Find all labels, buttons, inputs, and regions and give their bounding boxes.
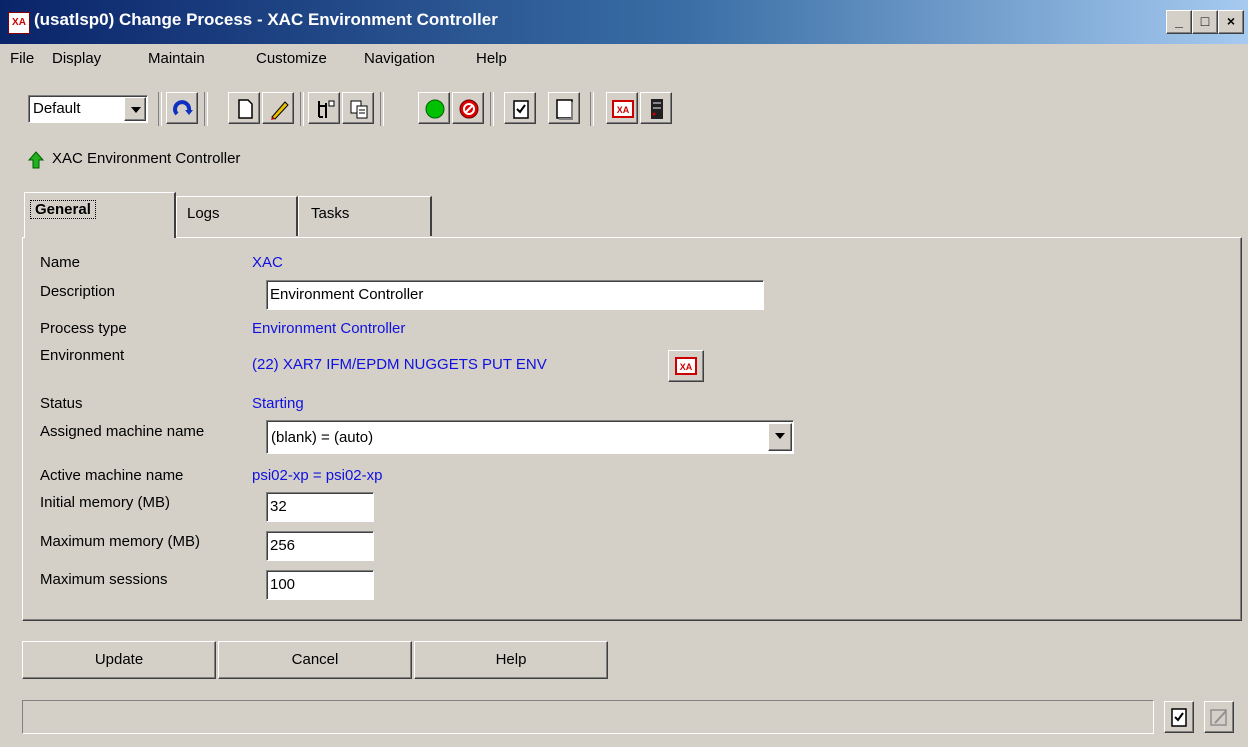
name-value: XAC <box>252 254 283 271</box>
tab-logs[interactable]: Logs <box>176 196 298 236</box>
title-bar: XA (usatlsp0) Change Process - XAC Envir… <box>0 0 1248 44</box>
svg-text:XA: XA <box>617 105 630 115</box>
update-button[interactable]: Update <box>22 641 216 679</box>
tree-button[interactable] <box>308 92 340 124</box>
maximize-button[interactable]: □ <box>1192 10 1218 34</box>
environment-value[interactable]: (22) XAR7 IFM/EPDM NUGGETS PUT ENV <box>252 356 547 373</box>
start-green-icon <box>425 99 445 119</box>
tab-logs-label: Logs <box>187 205 220 222</box>
description-label: Description <box>40 283 116 300</box>
max-sessions-input[interactable] <box>270 576 368 593</box>
checklist-icon <box>513 100 529 119</box>
view-select[interactable]: Default <box>28 95 148 123</box>
tab-general-label: General <box>30 200 96 219</box>
edit-pencil-icon <box>271 101 289 120</box>
refresh-button[interactable] <box>166 92 198 124</box>
toolbar-separator <box>300 92 304 126</box>
description-input[interactable] <box>270 286 758 303</box>
initial-memory-label: Initial memory (MB) <box>40 494 171 511</box>
environment-label: Environment <box>40 347 125 364</box>
status-value: Starting <box>252 395 304 412</box>
assigned-machine-value: (blank) = (auto) <box>271 429 374 446</box>
active-machine-label: Active machine name <box>40 467 184 484</box>
process-type-label: Process type <box>40 320 127 337</box>
tree-icon <box>318 100 335 118</box>
up-arrow-icon[interactable] <box>28 150 44 170</box>
max-memory-input[interactable] <box>270 537 368 554</box>
cancel-button[interactable]: Cancel <box>218 641 412 679</box>
assigned-machine-label: Assigned machine name <box>40 423 205 440</box>
status-label: Status <box>40 395 83 412</box>
xa-logo-icon: XA <box>612 100 634 118</box>
minimize-button[interactable]: _ <box>1166 10 1192 34</box>
edit-disabled-icon <box>1210 709 1227 726</box>
initial-memory-input[interactable] <box>270 498 368 515</box>
new-document-button[interactable] <box>228 92 260 124</box>
app-logo-icon: XA <box>8 12 30 34</box>
edit-button[interactable] <box>262 92 294 124</box>
help-button[interactable]: Help <box>414 641 608 679</box>
menu-display[interactable]: Display <box>52 50 101 67</box>
window-title: (usatlsp0) Change Process - XAC Environm… <box>34 10 498 29</box>
tab-general[interactable]: General <box>24 192 176 238</box>
assigned-machine-select[interactable]: (blank) = (auto) <box>266 420 794 454</box>
process-type-value: Environment Controller <box>252 320 406 337</box>
stop-button[interactable] <box>452 92 484 124</box>
toolbar-separator <box>490 92 494 126</box>
svg-text:XA: XA <box>680 362 693 372</box>
active-machine-value: psi02-xp = psi02-xp <box>252 467 383 484</box>
refresh-icon <box>173 100 193 116</box>
breadcrumb: XAC Environment Controller <box>52 150 241 167</box>
status-edit-button[interactable] <box>1204 701 1234 733</box>
start-button[interactable] <box>418 92 450 124</box>
name-label: Name <box>40 254 81 271</box>
menu-maintain[interactable]: Maintain <box>148 50 205 67</box>
menu-bar: File Display Maintain Customize Navigati… <box>0 44 1248 74</box>
toolbar-separator <box>204 92 208 126</box>
server-button[interactable] <box>640 92 672 124</box>
max-sessions-field[interactable] <box>266 570 374 600</box>
blank-page-button[interactable] <box>548 92 580 124</box>
initial-memory-field[interactable] <box>266 492 374 522</box>
status-checklist-button[interactable] <box>1164 701 1194 733</box>
xa-logo-button[interactable]: XA <box>606 92 638 124</box>
close-button[interactable]: × <box>1218 10 1244 34</box>
new-document-icon <box>238 99 253 119</box>
environment-link-button[interactable]: XA <box>668 350 704 382</box>
chevron-down-icon[interactable] <box>124 97 146 121</box>
view-select-value: Default <box>33 100 81 117</box>
tab-tasks[interactable]: Tasks <box>298 196 432 236</box>
checklist-button[interactable] <box>504 92 536 124</box>
description-field[interactable] <box>266 280 764 310</box>
copy-icon <box>350 100 368 119</box>
tab-tasks-label: Tasks <box>311 205 350 222</box>
copy-button[interactable] <box>342 92 374 124</box>
blank-page-icon <box>556 99 573 120</box>
toolbar-separator <box>590 92 594 126</box>
checklist-icon <box>1171 708 1187 727</box>
menu-customize[interactable]: Customize <box>256 50 327 67</box>
chevron-down-icon[interactable] <box>768 423 792 451</box>
max-memory-label: Maximum memory (MB) <box>40 533 200 550</box>
menu-file[interactable]: File <box>10 50 34 67</box>
toolbar-separator <box>380 92 384 126</box>
toolbar-separator <box>158 92 162 126</box>
stop-red-icon <box>459 99 479 119</box>
max-memory-field[interactable] <box>266 531 374 561</box>
server-icon <box>651 99 663 119</box>
max-sessions-label: Maximum sessions <box>40 571 168 588</box>
xa-logo-icon: XA <box>675 357 697 375</box>
menu-navigation[interactable]: Navigation <box>364 50 435 67</box>
status-bar <box>22 700 1154 734</box>
menu-help[interactable]: Help <box>476 50 507 67</box>
